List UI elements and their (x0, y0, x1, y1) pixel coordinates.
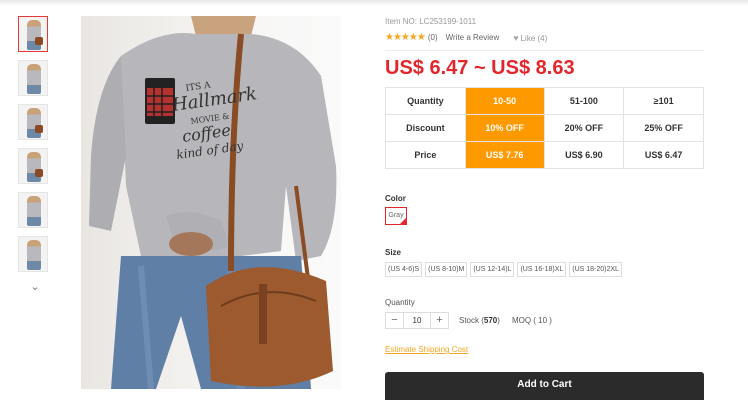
quantity-row: − 10 + Stock ( 570 ) MOQ ( 10 ) (385, 312, 552, 329)
add-to-cart-button[interactable]: Add to Cart (385, 372, 704, 400)
tier-discount-row: Discount 10% OFF 20% OFF 25% OFF (385, 114, 704, 142)
price-tier-table: Quantity 10-50 51-100 ≥101 Discount 10% … (385, 87, 704, 169)
item-number: Item NO: LC253199-1011 (385, 17, 477, 26)
thumbnail-strip: ⌄ (18, 16, 52, 294)
divider (385, 50, 704, 51)
thumbnail-3[interactable] (18, 104, 48, 140)
tier-cell: US$ 6.47 (623, 141, 704, 169)
thumbnail-1[interactable] (18, 16, 48, 52)
tier-cell: ≥101 (623, 87, 704, 115)
tier-cell: 10% OFF (464, 114, 545, 142)
thumbnail-4[interactable] (18, 148, 48, 184)
stock-count: 570 (483, 316, 498, 325)
stock-suffix: ) (497, 316, 500, 325)
quantity-input[interactable]: 10 (403, 313, 431, 328)
tier-cell: 10-50 (464, 87, 545, 115)
tier-row-label: Quantity (385, 87, 466, 115)
tier-cell: 25% OFF (623, 114, 704, 142)
main-product-image[interactable]: ITS A Hallmark MOVIE & coffee kind of da… (81, 16, 341, 389)
tier-row-label: Discount (385, 114, 466, 142)
product-page: ⌄ ITS A Hallmark MOVIE & coffee kind of … (0, 0, 748, 400)
size-option-m[interactable]: (US 8-10)M (425, 262, 468, 277)
like-button[interactable]: ♥ Like (4) (513, 33, 547, 43)
tier-cell: 20% OFF (543, 114, 625, 142)
tier-quantity-row: Quantity 10-50 51-100 ≥101 (385, 87, 704, 115)
decrement-button[interactable]: − (386, 313, 403, 328)
size-option-2xl[interactable]: (US 18-20)2XL (569, 262, 622, 277)
thumbnail-6[interactable] (18, 236, 48, 272)
size-option-xl[interactable]: (US 16-18)XL (517, 262, 567, 277)
color-label: Color (385, 194, 406, 203)
size-options: (US 4-6)S (US 8-10)M (US 12-14)L (US 16-… (385, 262, 622, 277)
chevron-down-icon[interactable]: ⌄ (24, 280, 46, 294)
stock-prefix: Stock ( (459, 316, 484, 325)
header-shadow (0, 0, 748, 6)
quantity-label: Quantity (385, 298, 415, 307)
moq-text: MOQ ( 10 ) (511, 316, 552, 325)
like-label: Like (4) (520, 33, 548, 43)
product-photo: ITS A Hallmark MOVIE & coffee kind of da… (89, 16, 337, 389)
size-option-s[interactable]: (US 4-6)S (385, 262, 423, 277)
write-review-link[interactable]: Write a Review (446, 33, 500, 42)
tier-price-row: Price US$ 7.76 US$ 6.90 US$ 6.47 (385, 141, 704, 169)
increment-button[interactable]: + (431, 313, 448, 328)
thumbnail-2[interactable] (18, 60, 48, 96)
tier-cell: US$ 6.90 (543, 141, 625, 169)
rating-row: ★★★★★ (0) Write a Review ♥ Like (4) (385, 32, 547, 43)
tier-row-label: Price (385, 141, 466, 169)
thumbnail-5[interactable] (18, 192, 48, 228)
price-range: US$ 6.47 ~ US$ 8.63 (385, 57, 575, 79)
color-option-gray[interactable]: Gray (385, 207, 407, 225)
star-rating-icon: ★★★★★ (385, 32, 426, 43)
tier-cell: US$ 7.76 (464, 141, 545, 169)
tier-cell: 51-100 (543, 87, 625, 115)
heart-icon: ♥ (513, 32, 519, 43)
size-label: Size (385, 248, 402, 257)
estimate-shipping-link[interactable]: Estimate Shipping Cost (385, 345, 468, 354)
quantity-stepper: − 10 + (385, 312, 449, 329)
size-option-l[interactable]: (US 12-14)L (470, 262, 515, 277)
review-count: (0) (427, 33, 438, 42)
